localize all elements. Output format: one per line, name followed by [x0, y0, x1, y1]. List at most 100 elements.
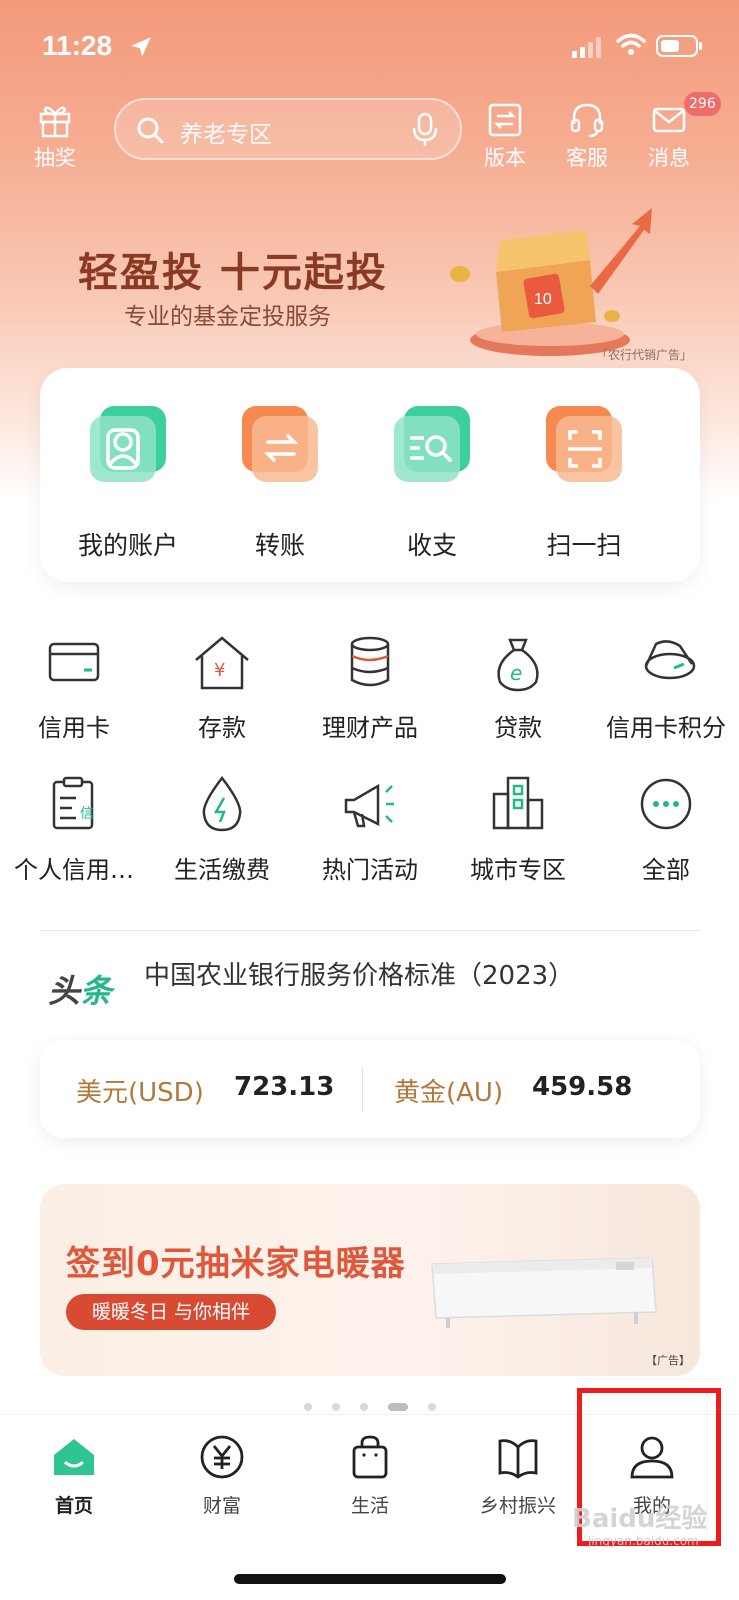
water-drop-icon [202, 775, 242, 832]
tab-home[interactable]: 首页 [0, 1433, 148, 1518]
quick-action-my-account[interactable]: 我的账户 [58, 404, 198, 562]
message-count-badge: 296 [684, 92, 721, 116]
section-divider [40, 930, 700, 931]
customer-service-label: 客服 [566, 146, 608, 170]
tab-life[interactable]: 生活 [296, 1433, 444, 1518]
income-expense-icon [392, 404, 472, 484]
promo-banner[interactable]: 签到0元抽米家电暖器 暖暖冬日 与你相伴 【广告】 [40, 1184, 700, 1376]
quick-action-transfer[interactable]: 转账 [210, 404, 350, 562]
microphone-icon[interactable] [410, 112, 440, 148]
tab-label: 财富 [202, 1495, 241, 1517]
battery-icon [656, 35, 702, 57]
home-indicator[interactable] [234, 1574, 506, 1584]
usd-label: 美元(USD) [76, 1078, 204, 1108]
credit-card-icon [48, 642, 100, 682]
headline-logo-accent: 条 [80, 972, 113, 1010]
scan-icon [544, 404, 624, 484]
service-label: 个人信用… [14, 856, 134, 884]
treasure-chest-illustration: 10 [450, 208, 652, 356]
mail-icon [652, 107, 686, 133]
banner-title: 轻盈投 十元起投 [78, 250, 388, 296]
quick-actions-card: 我的账户 转账 收支 扫一扫 [40, 368, 700, 582]
service-deposit[interactable]: ¥ 存款 [148, 630, 296, 743]
location-arrow-icon [131, 37, 151, 57]
carousel-dot[interactable] [427, 1402, 436, 1411]
service-label: 信用卡 [38, 714, 110, 742]
home-icon [54, 1439, 94, 1475]
credit-report-icon: 信 [52, 776, 94, 830]
service-hot-events[interactable]: 热门活动 [296, 772, 444, 885]
search-input[interactable]: 养老专区 [114, 98, 462, 160]
service-card-points[interactable]: 信用卡积分 [592, 630, 739, 743]
account-icon [88, 404, 168, 484]
rates-card[interactable]: 美元(USD) 723.13 黄金(AU) 459.58 [40, 1040, 700, 1138]
watermark: Baidu经验 [572, 1504, 708, 1534]
version-button[interactable]: 版本 [470, 100, 540, 172]
status-bar: 11:28 [0, 0, 739, 90]
points-icon [644, 640, 696, 680]
banner-ad-tag: 「农行代销广告」 [596, 348, 693, 362]
version-label: 版本 [484, 146, 526, 170]
cellular-signal-icon [572, 37, 601, 58]
quick-action-label: 收支 [406, 531, 457, 560]
carousel-dot[interactable] [303, 1402, 312, 1411]
svg-text:¥: ¥ [214, 660, 225, 681]
promo-title: 签到0元抽米家电暖器 [66, 1244, 406, 1284]
lottery-label: 抽奖 [34, 146, 76, 170]
tab-label: 首页 [54, 1495, 93, 1517]
usd-rate: 723.13 [234, 1072, 335, 1102]
rates-separator [362, 1066, 363, 1112]
service-label: 热门活动 [322, 856, 418, 884]
carousel-dot-active[interactable] [387, 1402, 408, 1411]
search-icon [137, 117, 164, 144]
quick-action-income-expense[interactable]: 收支 [362, 404, 502, 562]
service-label: 信用卡积分 [606, 714, 726, 742]
gift-icon [39, 106, 71, 138]
service-city-zone[interactable]: 城市专区 [444, 772, 592, 885]
headline-text[interactable]: 中国农业银行服务价格标准（2023） [144, 955, 574, 992]
service-credit-report[interactable]: 信 个人信用… [0, 772, 148, 885]
service-label: 生活缴费 [174, 856, 270, 884]
service-label: 城市专区 [470, 856, 566, 884]
service-credit-card[interactable]: 信用卡 [0, 630, 148, 743]
gold-label: 黄金(AU) [394, 1078, 504, 1108]
quick-action-label: 转账 [254, 531, 305, 560]
city-buildings-icon [492, 776, 544, 830]
transfer-icon [240, 404, 320, 484]
version-switch-icon [488, 103, 522, 137]
shopping-bag-icon [352, 1435, 388, 1479]
search-placeholder: 养老专区 [180, 122, 272, 148]
quick-action-label: 扫一扫 [546, 531, 622, 560]
svg-text:10: 10 [534, 291, 552, 308]
wifi-icon [616, 33, 646, 55]
carousel-dot[interactable] [331, 1402, 340, 1411]
coin-stack-icon [350, 636, 390, 687]
status-time: 11:28 [42, 30, 113, 61]
banner-subtitle: 专业的基金定投服务 [124, 304, 331, 330]
headline-logo-main: 头 [48, 972, 81, 1010]
headset-icon [570, 103, 604, 138]
gold-rate: 459.58 [532, 1072, 633, 1102]
service-label: 理财产品 [322, 714, 418, 742]
service-label: 贷款 [494, 714, 542, 742]
megaphone-icon [344, 783, 394, 828]
headline-logo: 头条 [48, 966, 112, 1012]
tab-wealth[interactable]: 财富 [148, 1433, 296, 1518]
svg-text:信: 信 [80, 806, 94, 822]
tab-label: 乡村振兴 [479, 1495, 556, 1517]
money-bag-icon: e [497, 638, 539, 692]
promo-ad-tag: 【广告】 [646, 1354, 690, 1367]
carousel-dot[interactable] [359, 1402, 368, 1411]
customer-service-button[interactable]: 客服 [552, 100, 622, 172]
service-utility-bills[interactable]: 生活缴费 [148, 772, 296, 885]
service-wealth-products[interactable]: 理财产品 [296, 630, 444, 743]
lottery-button[interactable]: 抽奖 [20, 100, 90, 172]
book-icon [498, 1439, 538, 1479]
service-all[interactable]: 全部 [592, 772, 739, 885]
heater-illustration [431, 1257, 657, 1328]
quick-action-scan[interactable]: 扫一扫 [514, 404, 654, 562]
service-loan[interactable]: e 贷款 [444, 630, 592, 743]
more-dots-icon [640, 778, 692, 830]
tab-rural-revitalization[interactable]: 乡村振兴 [444, 1433, 592, 1518]
quick-action-label: 我的账户 [77, 531, 178, 560]
